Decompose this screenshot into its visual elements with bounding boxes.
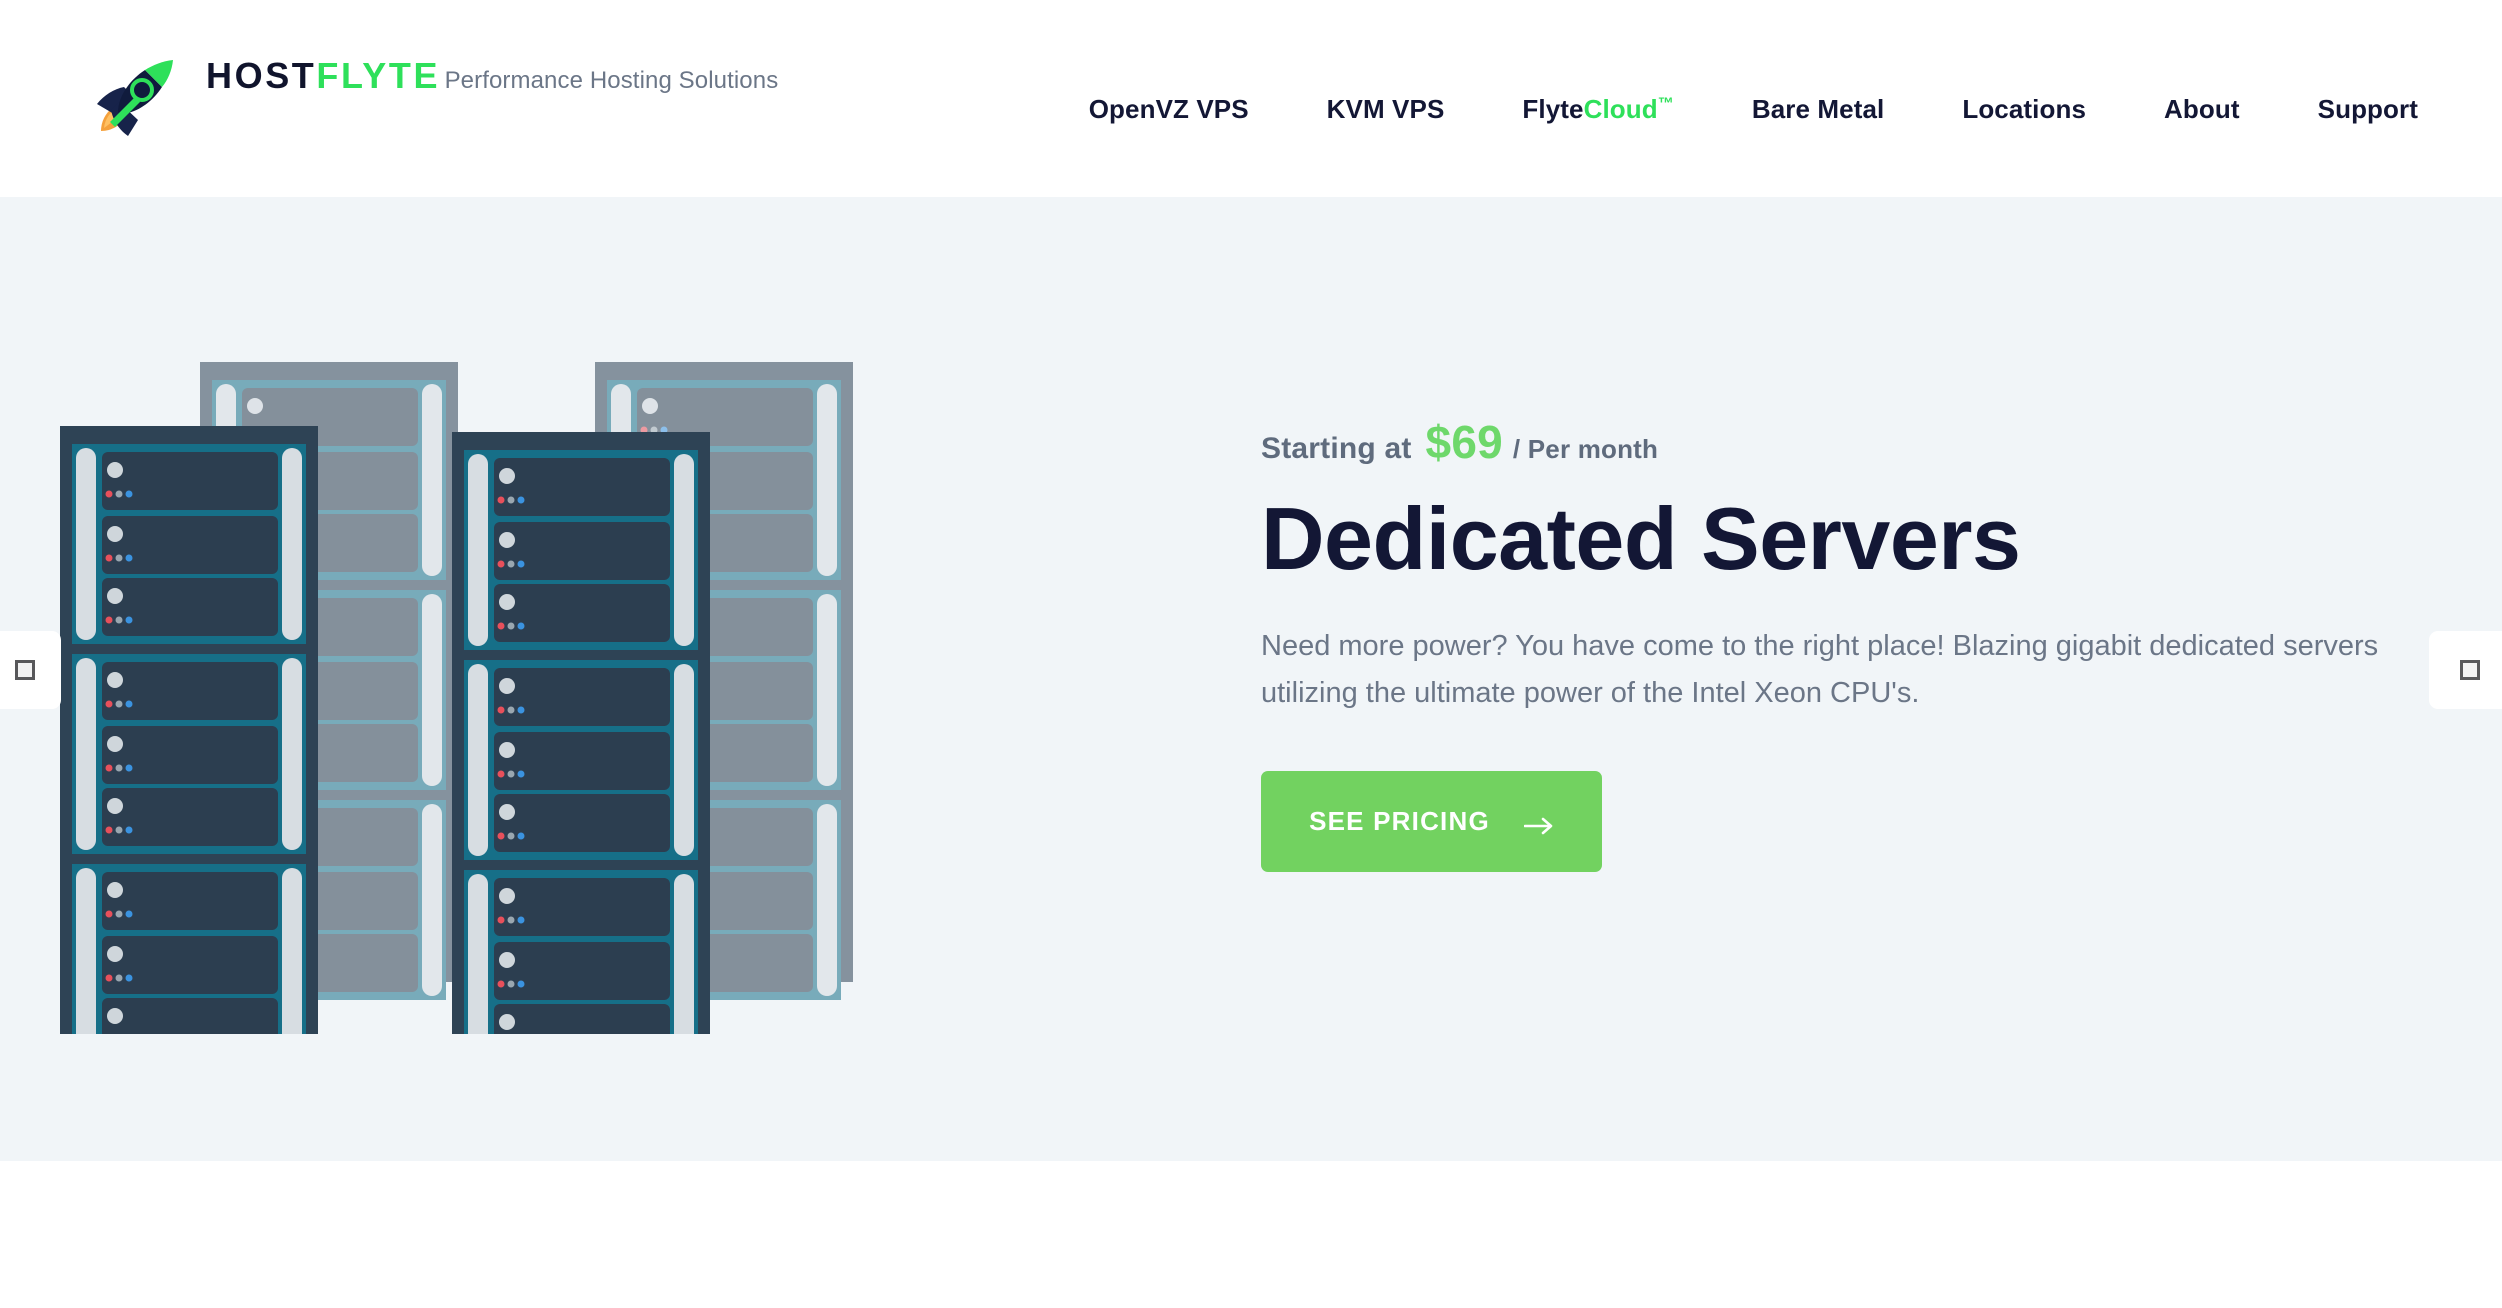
carousel-prev-button[interactable] [0, 631, 61, 709]
brand-name: HOSTFLYTE [206, 55, 440, 96]
missing-glyph-icon [15, 660, 35, 680]
nav-item-openvz-vps[interactable]: OpenVZ VPS [1089, 86, 1249, 133]
site-header: HOSTFLYTE Performance Hosting Solutions … [0, 0, 2502, 197]
nav-item-flytecloud[interactable]: FlyteCloud™ [1522, 86, 1673, 133]
see-pricing-label: SEE PRICING [1309, 806, 1490, 837]
hero-description: Need more power? You have come to the ri… [1261, 630, 2379, 710]
see-pricing-button[interactable]: SEE PRICING [1261, 771, 1602, 873]
nav-flytecloud-tm: ™ [1657, 95, 1674, 113]
nav-flytecloud-accent: Cloud [1583, 94, 1658, 124]
nav-item-kvm-vps[interactable]: KVM VPS [1327, 86, 1445, 133]
price-period: / Per month [1512, 434, 1659, 464]
carousel-next-button[interactable] [2429, 631, 2502, 709]
arrow-right-icon [1523, 812, 1554, 835]
brand-logo-link[interactable]: HOSTFLYTE Performance Hosting Solutions [88, 48, 778, 144]
page-title: Dedicated Servers [1261, 489, 2021, 588]
hero-copy: Starting at $69 / Per month Dedicated Se… [1261, 419, 2391, 873]
server-racks-illustration [60, 354, 960, 1034]
page-root: HOSTFLYTE Performance Hosting Solutions … [0, 0, 2502, 1308]
hero-section: Starting at $69 / Per month Dedicated Se… [0, 197, 2502, 1161]
main-navigation: OpenVZ VPS KVM VPS FlyteCloud™ Bare Meta… [1089, 86, 2418, 133]
brand-name-flyte: FLYTE [316, 55, 441, 96]
nav-flytecloud-prefix: Flyte [1522, 94, 1584, 124]
nav-item-about[interactable]: About [2164, 86, 2240, 133]
missing-glyph-icon [2460, 660, 2480, 680]
brand-name-host: HOST [206, 55, 317, 96]
hero-price-line: Starting at $69 / Per month [1261, 419, 2391, 466]
nav-item-support[interactable]: Support [2318, 86, 2418, 133]
nav-item-locations[interactable]: Locations [1962, 86, 2086, 133]
price-prefix: Starting at [1261, 432, 1412, 465]
nav-item-bare-metal[interactable]: Bare Metal [1752, 86, 1885, 133]
brand-text: HOSTFLYTE Performance Hosting Solutions [206, 48, 778, 95]
brand-tagline: Performance Hosting Solutions [444, 67, 779, 94]
price-amount: $69 [1425, 416, 1503, 468]
rocket-icon [88, 48, 184, 144]
